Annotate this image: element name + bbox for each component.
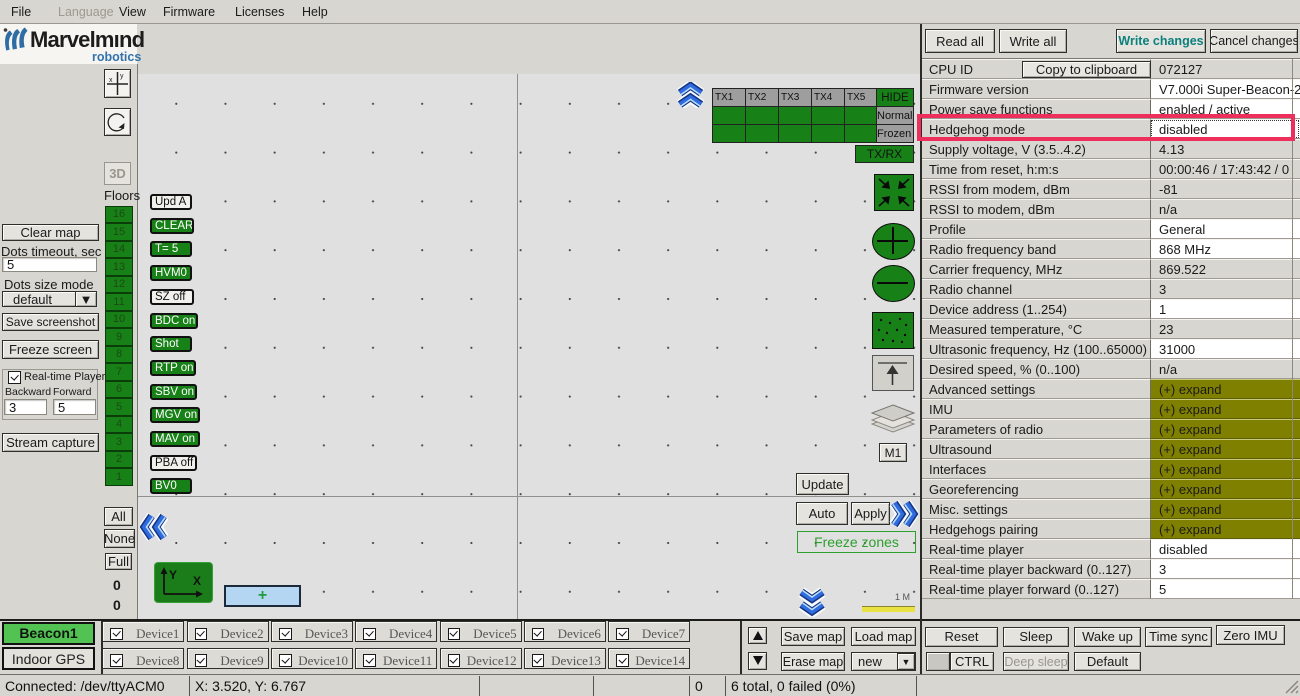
svg-text:x: x — [109, 77, 113, 84]
svg-text:X: X — [193, 574, 201, 588]
svg-text:Y: Y — [169, 568, 177, 582]
svg-text:y: y — [120, 73, 124, 80]
